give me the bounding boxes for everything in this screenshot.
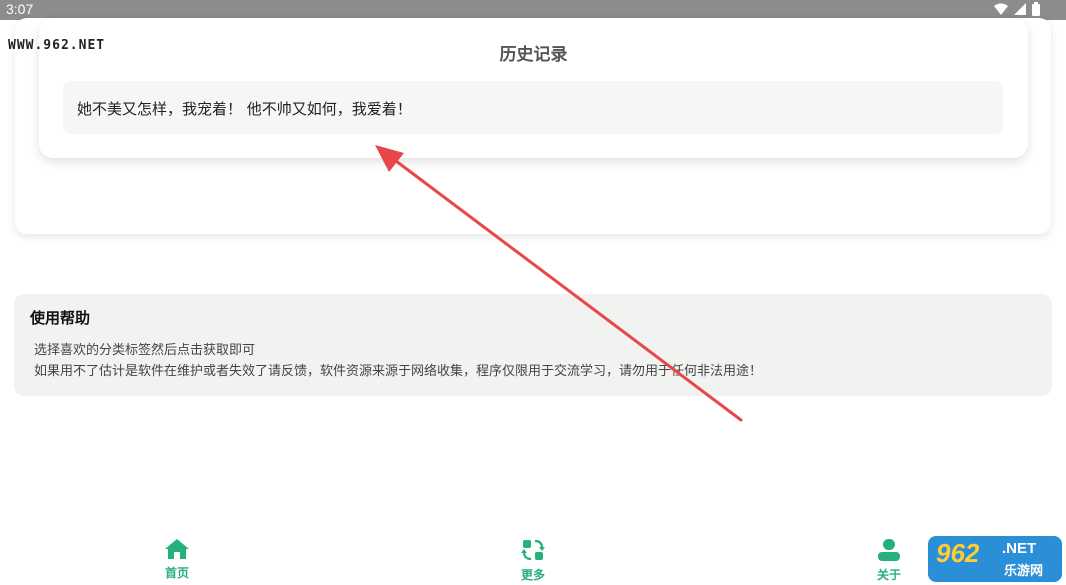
- nav-item-more[interactable]: 更多: [503, 538, 563, 583]
- status-bar: 3:07: [0, 0, 1066, 20]
- help-box: 使用帮助 选择喜欢的分类标签然后点击获取即可 如果用不了估计是软件在维护或者失效…: [14, 294, 1052, 396]
- history-item-text: 她不美又怎样，我宠着！ 他不帅又如何，我爱着！: [77, 100, 412, 118]
- bottom-nav: 首页 更多 关于: [0, 530, 1066, 585]
- watermark-text: WWW.962.NET: [8, 38, 106, 53]
- help-line: 选择喜欢的分类标签然后点击获取即可: [34, 343, 256, 358]
- signal-icon: [1014, 3, 1026, 15]
- home-icon: [165, 539, 189, 559]
- battery-icon: [1032, 2, 1040, 16]
- nav-label-home: 首页: [164, 566, 189, 580]
- help-line: 如果用不了估计是软件在维护或者失效了请反馈，软件资源来源于网络收集，程序仅限用于…: [34, 364, 763, 379]
- swap-icon: [521, 539, 545, 561]
- nav-item-about[interactable]: 关于: [859, 538, 919, 583]
- nav-label-about: 关于: [876, 568, 901, 582]
- watermark-logo-cn: 乐游网: [1004, 564, 1044, 579]
- watermark-logo-net: .NET: [1002, 540, 1037, 557]
- watermark-logo-number: 962: [936, 538, 980, 568]
- history-card: 历史记录 她不美又怎样，我宠着！ 他不帅又如何，我爱着！: [39, 18, 1028, 158]
- history-title: 历史记录: [499, 45, 568, 65]
- nav-item-home[interactable]: 首页: [147, 538, 207, 581]
- status-icons: [994, 2, 1040, 16]
- nav-label-more: 更多: [520, 568, 545, 582]
- user-icon: [878, 539, 900, 561]
- help-title: 使用帮助: [30, 309, 91, 327]
- history-item[interactable]: 她不美又怎样，我宠着！ 他不帅又如何，我爱着！: [63, 81, 1003, 134]
- wifi-icon: [994, 3, 1008, 15]
- status-time: 3:07: [6, 1, 34, 17]
- watermark-logo: 962 .NET 乐游网: [928, 536, 1062, 582]
